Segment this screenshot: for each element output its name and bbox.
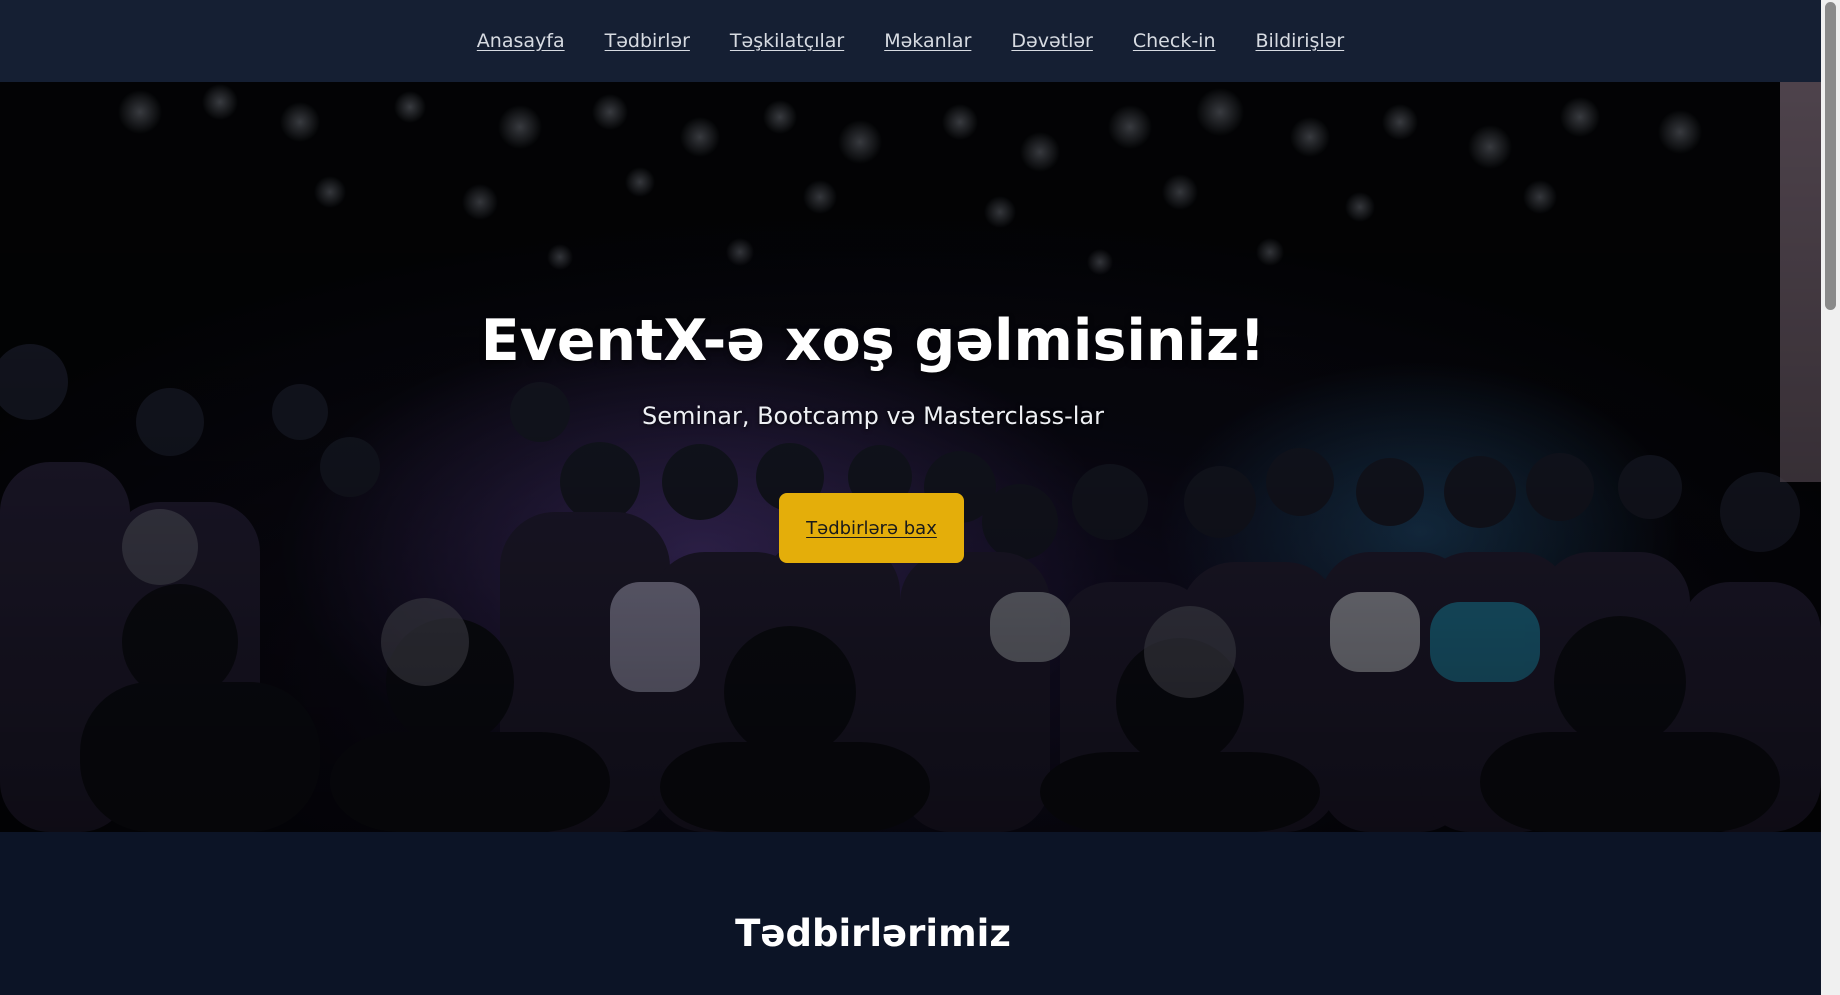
nav-menu: Anasayfa Tədbirlər Təşkilatçılar Məkanla…: [477, 30, 1344, 52]
nav-link-events[interactable]: Tədbirlər: [605, 30, 690, 52]
hero-content: EventX-ə xoş gəlmisiniz! Seminar, Bootca…: [0, 82, 1746, 832]
events-section-title: Tədbirlərimiz: [735, 912, 1011, 955]
hero-title: EventX-ə xoş gəlmisiniz!: [480, 308, 1266, 374]
page-scrollbar[interactable]: [1821, 0, 1840, 995]
scrollbar-thumb[interactable]: [1825, 2, 1836, 310]
nav-link-checkin[interactable]: Check-in: [1133, 30, 1216, 52]
top-navbar: Anasayfa Tədbirlər Təşkilatçılar Məkanla…: [0, 0, 1821, 82]
nav-link-organizers[interactable]: Təşkilatçılar: [730, 30, 844, 52]
nav-link-invitations[interactable]: Dəvətlər: [1011, 30, 1092, 52]
events-section: Tədbirlərimiz: [0, 832, 1821, 995]
view-events-button[interactable]: Tədbirlərə bax: [779, 493, 964, 563]
nav-link-home[interactable]: Anasayfa: [477, 30, 565, 52]
nav-link-notifications[interactable]: Bildirişlər: [1256, 30, 1345, 52]
nav-link-venues[interactable]: Məkanlar: [884, 30, 971, 52]
hero-section: EventX-ə xoş gəlmisiniz! Seminar, Bootca…: [0, 82, 1821, 832]
hero-subtitle: Seminar, Bootcamp və Masterclass-lar: [642, 402, 1104, 430]
